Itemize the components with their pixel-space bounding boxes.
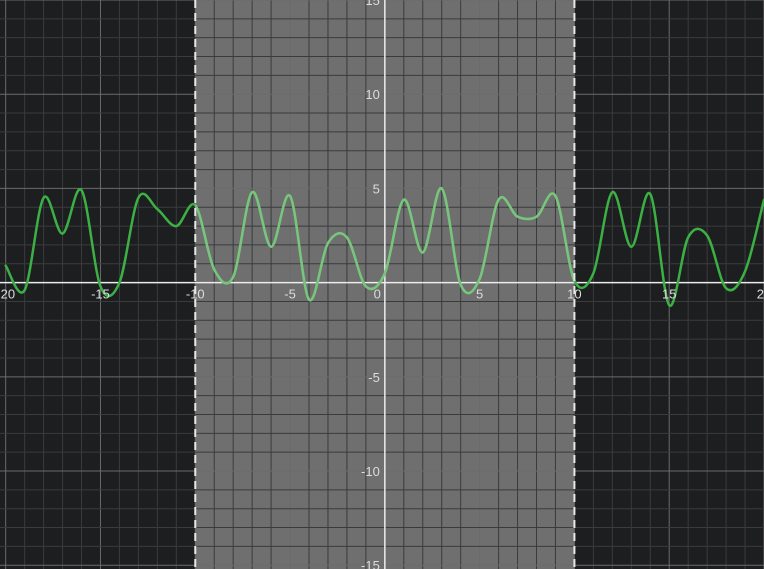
graph-canvas[interactable]: 0 -20 -15 -10 -5 5 10 15 20 -15 -10 -5 5 10 15 — [0, 0, 764, 569]
y-tick-label: -15 — [361, 558, 380, 569]
x-tick-label: 15 — [662, 287, 676, 302]
x-tick-label: 10 — [567, 287, 581, 302]
y-tick-label: -10 — [361, 464, 380, 479]
x-tick-label: -15 — [91, 287, 110, 302]
y-tick-label: 15 — [365, 0, 379, 8]
y-tick-label: 10 — [365, 87, 379, 102]
x-tick-label: 5 — [476, 287, 483, 302]
y-tick-label: -5 — [368, 370, 380, 385]
origin-tick-label: 0 — [374, 287, 381, 302]
x-tick-label: 20 — [757, 287, 764, 302]
x-tick-label: -5 — [284, 287, 296, 302]
y-tick-label: 5 — [373, 181, 380, 196]
x-tick-label: -10 — [186, 287, 205, 302]
x-tick-label: -20 — [0, 287, 15, 302]
background-layer — [0, 0, 764, 569]
